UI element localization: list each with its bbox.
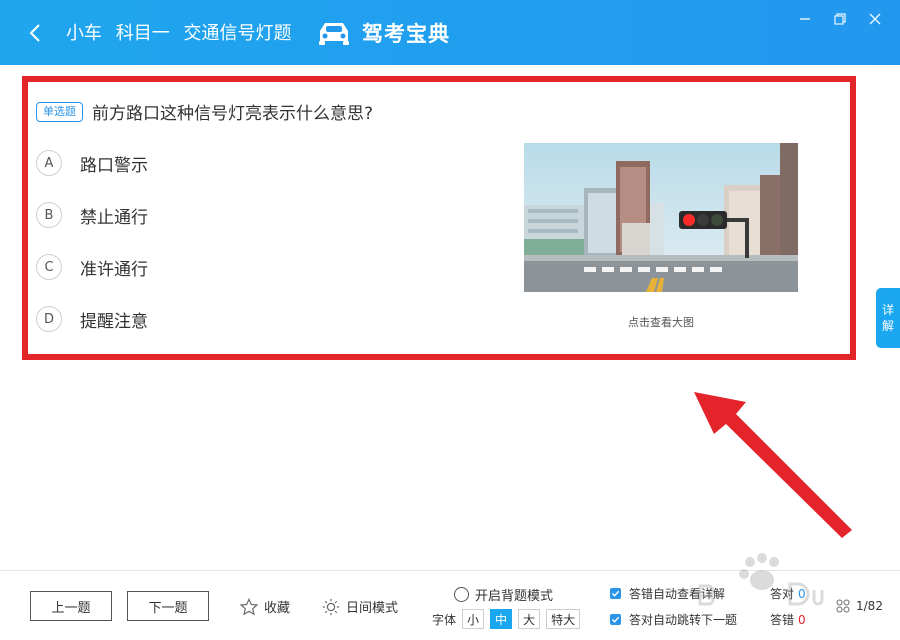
option-text: 准许通行 <box>80 259 148 280</box>
title-bar: 小车 科目一 交通信号灯题 驾考宝典 <box>0 0 900 65</box>
wrong-label: 答错 <box>770 613 795 627</box>
option-letter: A <box>36 150 62 176</box>
option-text: 提醒注意 <box>80 311 148 332</box>
question-text: 前方路口这种信号灯亮表示什么意思? <box>92 104 374 124</box>
font-size-selector: 字体 小 中 大 特大 <box>432 609 581 629</box>
memo-mode-radio[interactable] <box>454 587 469 602</box>
font-size-small[interactable]: 小 <box>462 609 485 629</box>
correct-stat: 答对 0 <box>770 585 806 602</box>
auto-next-checkbox[interactable] <box>610 614 621 625</box>
question-type-badge: 单选题 <box>36 101 83 122</box>
crumb-category[interactable]: 交通信号灯题 <box>183 23 291 44</box>
day-mode-button[interactable]: 日间模式 <box>322 597 398 616</box>
favorite-label: 收藏 <box>264 601 291 616</box>
question-progress[interactable]: 1/82 <box>836 599 883 613</box>
auto-next-option[interactable]: 答对自动跳转下一题 <box>610 611 737 628</box>
crumb-subject[interactable]: 科目一 <box>116 23 170 44</box>
sun-icon <box>322 598 340 615</box>
next-question-button[interactable]: 下一题 <box>127 591 209 621</box>
check-icon <box>611 616 620 623</box>
progress-text: 1/82 <box>856 599 883 613</box>
option-b[interactable]: B 禁止通行 <box>36 200 148 230</box>
crumb-vehicle[interactable]: 小车 <box>66 23 102 44</box>
app-window: 小车 科目一 交通信号灯题 驾考宝典 单选题 前方路口这种信号灯亮表示什么意思?… <box>0 0 900 640</box>
option-text: 禁止通行 <box>80 207 148 228</box>
auto-detail-option[interactable]: 答错自动查看详解 <box>610 585 725 602</box>
correct-count: 0 <box>798 587 806 601</box>
minimize-icon <box>800 18 810 20</box>
option-text: 路口警示 <box>80 155 148 176</box>
auto-detail-label: 答错自动查看详解 <box>629 587 726 601</box>
check-icon <box>611 590 620 597</box>
annotation-arrow <box>694 392 852 538</box>
memo-mode-toggle[interactable]: 开启背题模式 <box>454 585 553 604</box>
close-icon <box>869 13 881 25</box>
auto-next-label: 答对自动跳转下一题 <box>629 613 738 627</box>
question-image[interactable] <box>524 143 798 292</box>
traffic-light-scene-image <box>524 143 798 292</box>
wrong-count: 0 <box>798 613 806 627</box>
star-icon <box>240 597 258 615</box>
day-mode-label: 日间模式 <box>346 601 399 616</box>
auto-detail-checkbox[interactable] <box>610 588 621 599</box>
font-size-label: 字体 <box>432 612 457 627</box>
footer-toolbar: 上一题 下一题 收藏 日间模式 开启背题模式 字体 小 中 大 特大 答错自动查… <box>0 570 900 640</box>
restore-button[interactable] <box>831 10 849 28</box>
favorite-button[interactable]: 收藏 <box>240 597 290 616</box>
breadcrumb: 小车 科目一 交通信号灯题 <box>66 22 299 46</box>
option-a[interactable]: A 路口警示 <box>36 148 148 178</box>
option-letter: C <box>36 254 62 280</box>
close-button[interactable] <box>866 10 884 28</box>
prev-question-button[interactable]: 上一题 <box>30 591 112 621</box>
option-d[interactable]: D 提醒注意 <box>36 304 148 334</box>
explanation-tab[interactable]: 详解 <box>876 288 900 348</box>
grid-icon <box>836 599 850 613</box>
font-size-large[interactable]: 大 <box>518 609 541 629</box>
font-size-xlarge[interactable]: 特大 <box>546 609 581 629</box>
back-arrow-icon <box>29 24 40 42</box>
option-c[interactable]: C 准许通行 <box>36 252 148 282</box>
question-header: 单选题 前方路口这种信号灯亮表示什么意思? <box>36 99 373 124</box>
brand-name: 驾考宝典 <box>362 22 450 46</box>
view-large-image-link[interactable]: 点击查看大图 <box>524 314 798 330</box>
brand-logo: 驾考宝典 <box>314 18 450 48</box>
font-size-medium[interactable]: 中 <box>490 609 513 629</box>
correct-label: 答对 <box>770 587 795 601</box>
back-button[interactable] <box>22 18 48 48</box>
option-letter: D <box>36 306 62 332</box>
question-panel: 单选题 前方路口这种信号灯亮表示什么意思? A 路口警示 B 禁止通行 C 准许… <box>22 76 856 360</box>
memo-mode-label: 开启背题模式 <box>475 589 554 604</box>
minimize-button[interactable] <box>796 10 814 28</box>
wrong-stat: 答错 0 <box>770 611 806 628</box>
restore-icon <box>834 13 846 25</box>
option-letter: B <box>36 202 62 228</box>
car-logo-icon <box>314 18 354 48</box>
